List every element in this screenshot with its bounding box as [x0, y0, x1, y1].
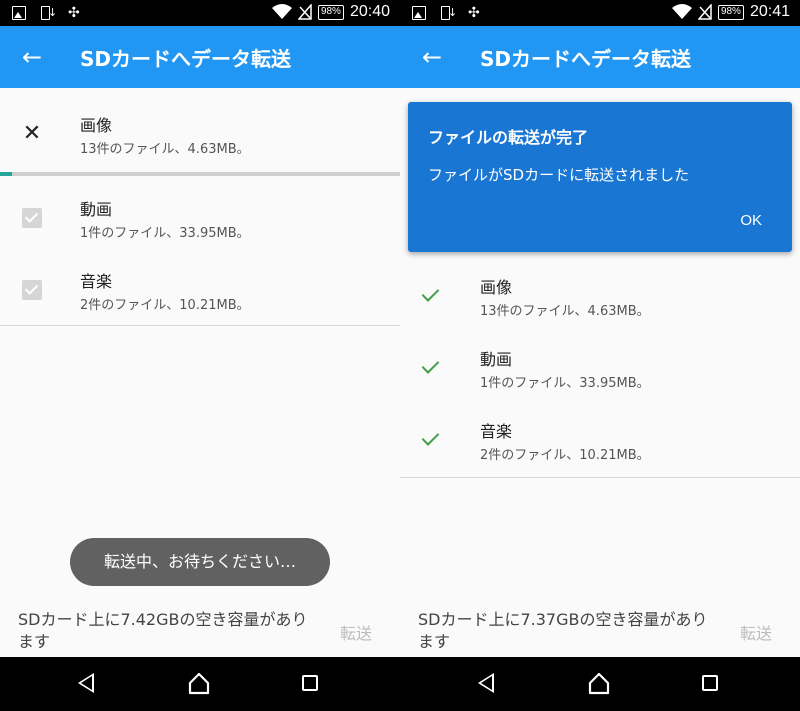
image-notification-icon: [412, 6, 426, 20]
no-sim-icon: [697, 2, 712, 20]
battery-indicator: 98%: [717, 4, 744, 20]
item-detail: 1件のファイル、33.95MB。: [80, 226, 250, 241]
nav-home-icon[interactable]: [587, 671, 611, 695]
checkbox-checked-icon: [22, 208, 42, 228]
navigation-bar: [0, 657, 400, 711]
arrow-back-icon[interactable]: ←: [416, 41, 448, 73]
list-item-images: ✕ 画像 13件のファイル、4.63MB。: [0, 104, 400, 176]
page-title: SDカードへデータ転送: [480, 47, 692, 71]
checkbox-videos[interactable]: [20, 206, 44, 230]
transfer-button[interactable]: 転送: [340, 620, 372, 644]
screen-complete: ✣ 98% 20:41 ← SDカードへデータ転送 ファイルの転送が完了 ファイ…: [400, 0, 800, 711]
item-detail: 13件のファイル、4.63MB。: [480, 304, 650, 319]
transfer-complete-dialog: ファイルの転送が完了 ファイルがSDカードに転送されました OK: [408, 102, 792, 252]
status-clock: 20:40: [349, 3, 390, 20]
free-space-text: SDカード上に7.37GBの空き容量があります: [418, 610, 708, 651]
image-notification-icon: [12, 6, 26, 20]
pinwheel-icon: ✣: [68, 5, 80, 21]
list-item-music: 音楽 2件のファイル、10.21MB。: [0, 260, 400, 332]
status-clock: 20:41: [749, 3, 790, 20]
free-space-text: SDカード上に7.42GBの空き容量があります: [18, 610, 308, 651]
download-notification-icon: [40, 6, 57, 20]
download-notification-icon: [440, 6, 457, 20]
wifi-icon: [671, 4, 692, 20]
transfer-button[interactable]: 転送: [740, 620, 772, 644]
nav-recents-icon[interactable]: [702, 675, 718, 691]
no-sim-icon: [297, 2, 312, 20]
battery-indicator: 98%: [317, 4, 344, 20]
transfer-progress-bar: [0, 172, 400, 176]
wifi-icon: [271, 4, 292, 20]
list-item-music: 音楽 2件のファイル、10.21MB。: [400, 410, 800, 482]
app-bar: ← SDカードへデータ転送: [400, 26, 800, 88]
screen-transferring: ✣ 98% 20:40 ← SDカードへデータ転送 ✕ 画像 13件のファイル、…: [0, 0, 400, 711]
item-detail: 2件のファイル、10.21MB。: [80, 298, 250, 313]
item-name: 音楽: [480, 422, 513, 441]
close-icon: ✕: [22, 121, 42, 146]
checkbox-checked-icon: [22, 280, 42, 300]
arrow-back-icon[interactable]: ←: [16, 41, 48, 73]
item-name: 動画: [480, 350, 513, 369]
pinwheel-icon: ✣: [468, 5, 480, 21]
list-item-images: 画像 13件のファイル、4.63MB。: [400, 266, 800, 338]
dialog-title: ファイルの転送が完了: [428, 128, 589, 147]
nav-back-icon[interactable]: [478, 673, 494, 693]
check-icon: [420, 356, 442, 378]
list-divider: [0, 325, 400, 326]
item-name: 画像: [480, 278, 513, 297]
list-item-videos: 動画 1件のファイル、33.95MB。: [0, 188, 400, 260]
status-bar: ✣ 98% 20:41: [400, 0, 800, 26]
check-icon: [420, 428, 442, 450]
navigation-bar: [400, 657, 800, 711]
app-bar: ← SDカードへデータ転送: [0, 26, 400, 88]
list-divider: [400, 477, 800, 478]
page-title: SDカードへデータ転送: [80, 47, 292, 71]
item-detail: 2件のファイル、10.21MB。: [480, 448, 650, 463]
dialog-ok-button[interactable]: OK: [740, 212, 762, 229]
item-detail: 1件のファイル、33.95MB。: [480, 376, 650, 391]
nav-recents-icon[interactable]: [302, 675, 318, 691]
item-name: 動画: [80, 200, 113, 219]
done-check-icon: [420, 428, 444, 452]
progress-fill: [0, 172, 12, 176]
item-name: 画像: [80, 116, 113, 135]
checkbox-music[interactable]: [20, 278, 44, 302]
item-detail: 13件のファイル、4.63MB。: [80, 142, 250, 157]
dialog-message: ファイルがSDカードに転送されました: [428, 166, 690, 184]
list-item-videos: 動画 1件のファイル、33.95MB。: [400, 338, 800, 410]
toast-message: 転送中、お待ちください…: [70, 538, 330, 586]
check-icon: [420, 284, 442, 306]
item-name: 音楽: [80, 272, 113, 291]
nav-back-icon[interactable]: [78, 673, 94, 693]
cancel-transfer-button[interactable]: ✕: [20, 122, 44, 146]
nav-home-icon[interactable]: [187, 671, 211, 695]
done-check-icon: [420, 284, 444, 308]
done-check-icon: [420, 356, 444, 380]
status-bar: ✣ 98% 20:40: [0, 0, 400, 26]
